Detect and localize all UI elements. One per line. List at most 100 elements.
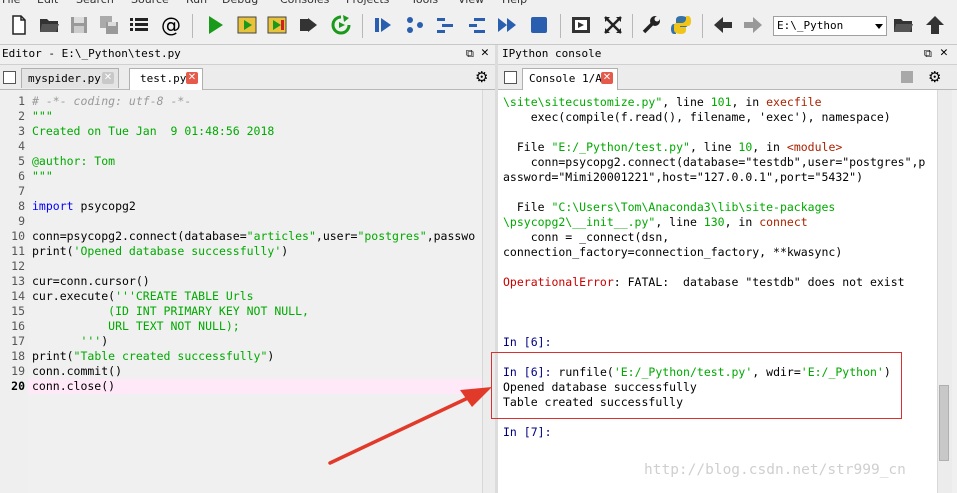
console-token: ]: [537,425,552,439]
step-into-icon[interactable] [432,12,458,38]
undock-icon[interactable]: ⧉ [924,48,932,60]
console-icon[interactable] [504,71,517,84]
console-token: , line [655,215,704,229]
continue-icon[interactable] [494,12,520,38]
code-line: conn=psycopg2.connect(database="articles… [32,229,475,244]
line-number: 12 [11,259,25,273]
line-number: 7 [18,184,25,198]
console-token: "C:\Users\Tom\Anaconda3\lib\site-package… [551,200,836,214]
console-token: 130 [703,215,725,229]
chevron-down-icon[interactable] [875,24,883,29]
back-arrow-icon[interactable] [710,12,736,38]
menu-item-file[interactable]: File [2,0,20,6]
console-tab-bar: Console 1/A ✕ ⚙ [498,65,957,90]
undock-icon[interactable]: ⧉ [466,48,474,60]
save-icon[interactable] [66,12,92,38]
new-file-icon[interactable] [6,12,32,38]
gear-icon[interactable]: ⚙ [928,68,941,86]
menu-item-help[interactable]: Help [502,0,527,6]
menu-item-projects[interactable]: Projects [346,0,389,6]
interrupt-kernel-icon[interactable] [901,71,913,83]
line-number: 5 [18,154,25,168]
menu-item-view[interactable]: View [458,0,484,6]
console-line: In [6]: [503,335,552,350]
console-token: connect [759,215,808,229]
code-token: """ [32,109,53,123]
code-token: URL TEXT NOT NULL); [32,319,240,333]
code-token: # -*- coding: utf-8 -*- [32,94,192,108]
step-return-icon[interactable] [464,12,490,38]
file-browser-icon[interactable] [3,71,16,84]
menu-item-search[interactable]: Search [76,0,114,6]
tab-label: test.py [140,72,187,85]
tab-myspider[interactable]: myspider.py ✕ [21,68,119,88]
at-icon[interactable]: @ [158,12,184,38]
console-line: conn=psycopg2.connect(database="testdb",… [503,155,926,170]
code-token: ''' [32,334,102,348]
tab-close-icon[interactable]: ✕ [102,72,114,84]
code-line: """ [32,109,53,124]
maximize-pane-icon[interactable] [568,12,594,38]
console-line: \psycopg2\__init__.py", line 130, in con… [503,215,808,230]
code-token: ) [101,334,109,348]
console-token: File [503,140,552,154]
tab-console-1a[interactable]: Console 1/A ✕ [522,68,618,90]
close-icon[interactable]: ✕ [940,46,948,59]
menu-item-tools[interactable]: Tools [411,0,438,6]
menu-item-consoles[interactable]: Consoles [280,0,329,6]
menu-item-run[interactable]: Run [186,0,207,6]
line-number: 20 [11,379,25,393]
code-line: cur=conn.cursor() [32,274,150,289]
save-all-icon[interactable] [96,12,122,38]
console-token: 101 [710,95,732,109]
console-pane-header: IPython console ⧉ ✕ [498,45,957,65]
menu-item-debug[interactable]: Debug [222,0,258,6]
console-token: , line [662,95,711,109]
code-token: conn.close() [32,379,116,393]
highlight-box-annotation [491,352,902,419]
stop-icon[interactable] [526,12,552,38]
line-number: 10 [11,229,25,243]
console-line: OperationalError: FATAL: database "testd… [503,275,905,290]
console-token: File [503,200,552,214]
fullscreen-icon[interactable] [600,12,626,38]
parent-dir-icon[interactable] [922,12,948,38]
console-token: assword="Mimi20001221",host="127.0.0.1",… [503,170,864,184]
code-line: """ [32,169,53,184]
working-directory-value: E:\_Python [777,19,844,32]
gear-icon[interactable]: ⚙ [475,68,488,86]
open-folder-icon[interactable] [36,12,62,38]
close-icon[interactable]: ✕ [481,46,489,59]
debug-icon[interactable] [370,12,396,38]
line-number: 1 [18,94,25,108]
wrench-icon[interactable] [638,12,664,38]
toolbar-separator [560,14,561,38]
forward-arrow-icon[interactable] [740,12,766,38]
code-line: (ID INT PRIMARY KEY NOT NULL, [32,304,309,319]
line-number: 11 [11,244,25,258]
console-token: exec(compile(f.read(), filename, 'exec')… [503,110,891,124]
ipython-console-output[interactable]: \site\sitecustomize.py", line 101, in ex… [498,90,937,493]
console-line: connection_factory=connection_factory, *… [503,245,842,260]
console-scrollbar-thumb[interactable] [939,385,949,461]
menu-item-source[interactable]: Source [131,0,169,6]
code-line: print("Table created successfully") [32,349,274,364]
run-cell-advance-icon[interactable] [264,12,290,38]
run-cell-icon[interactable] [234,12,260,38]
step-icon[interactable] [402,12,428,38]
working-directory-combo[interactable]: E:\_Python [773,16,887,36]
python-icon[interactable] [668,12,694,38]
code-token: @author: Tom [32,154,116,168]
console-pane-title: IPython console [502,47,602,60]
code-line: # -*- coding: utf-8 -*- [32,94,191,109]
tab-close-icon[interactable]: ✕ [186,72,198,84]
menu-item-edit[interactable]: Edit [37,0,58,6]
outline-icon[interactable] [126,12,152,38]
rerun-icon[interactable] [328,12,354,38]
line-number: 8 [18,199,25,213]
tab-close-icon[interactable]: ✕ [601,72,613,84]
browse-folder-icon[interactable] [890,12,916,38]
run-icon[interactable] [202,12,228,38]
run-selection-icon[interactable] [296,12,322,38]
tab-test[interactable]: test.py ✕ [129,68,203,90]
